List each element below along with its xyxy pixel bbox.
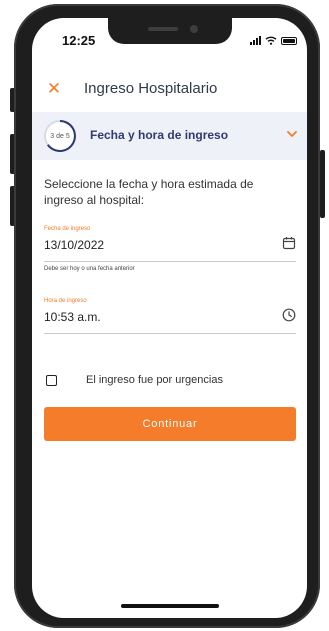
status-time: 12:25 — [62, 33, 96, 48]
app-header: ✕ Ingreso Hospitalario — [32, 76, 307, 104]
front-camera — [190, 25, 198, 33]
page-title: Ingreso Hospitalario — [84, 80, 218, 97]
status-icons — [250, 33, 297, 45]
home-indicator — [121, 604, 219, 608]
date-helper-text: Debe ser hoy o una fecha anterior — [44, 266, 135, 272]
power-button — [320, 150, 325, 218]
date-field-label: Fecha de ingreso — [44, 226, 91, 232]
chevron-down-icon[interactable] — [286, 128, 298, 140]
urgency-checkbox-row[interactable]: El ingreso fue por urgencias — [44, 372, 296, 390]
notch — [108, 18, 232, 44]
signal-icon — [250, 36, 261, 45]
phone-screen: 12:25 ✕ Ingreso Hospitalario 3 de 5 Fech… — [32, 18, 307, 618]
continue-button[interactable]: Continuar — [44, 407, 296, 441]
admission-time-field[interactable]: Hora de ingreso 10:53 a.m. — [44, 296, 296, 334]
time-field-value[interactable]: 10:53 a.m. — [44, 310, 101, 324]
clock-icon[interactable] — [282, 308, 296, 322]
calendar-icon[interactable] — [282, 236, 296, 250]
wifi-icon — [265, 36, 277, 45]
form-instructions: Seleccione la fecha y hora estimada de i… — [44, 177, 254, 207]
step-title: Fecha y hora de ingreso — [90, 128, 229, 142]
close-icon[interactable]: ✕ — [46, 80, 62, 98]
battery-icon — [281, 37, 297, 45]
date-field-value[interactable]: 13/10/2022 — [44, 238, 104, 252]
urgency-checkbox[interactable] — [46, 375, 57, 386]
step-counter: 3 de 5 — [50, 132, 70, 140]
step-indicator[interactable]: 3 de 5 Fecha y hora de ingreso — [32, 112, 307, 160]
speaker-grille — [148, 27, 178, 31]
admission-date-field[interactable]: Fecha de ingreso 13/10/2022 — [44, 224, 296, 262]
urgency-checkbox-label: El ingreso fue por urgencias — [86, 374, 223, 386]
time-field-label: Hora de ingreso — [44, 298, 87, 304]
